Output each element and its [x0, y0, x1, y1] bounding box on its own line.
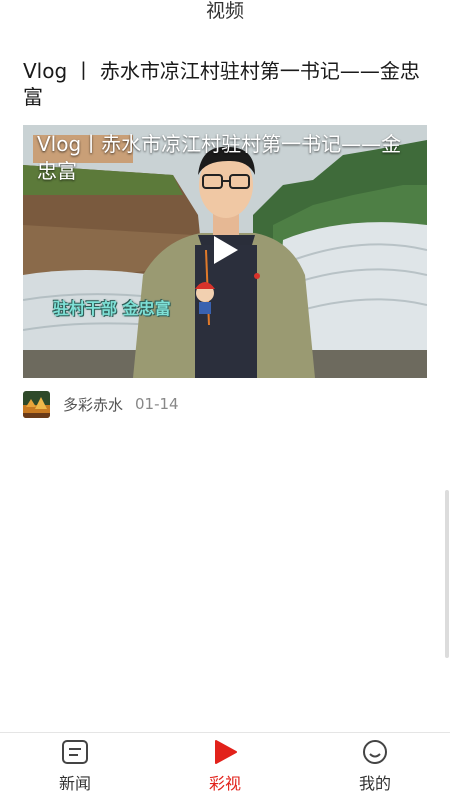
nav-label-news: 新闻 — [58, 774, 91, 793]
video-subtitle-caption: 驻村干部 金忠富 — [53, 299, 171, 318]
nav-item-mine[interactable]: 我的 — [300, 733, 450, 801]
play-icon — [215, 740, 237, 764]
source-logo-icon[interactable] — [23, 390, 50, 418]
news-icon — [62, 740, 88, 764]
page-title: 视频 — [205, 0, 244, 22]
article-title[interactable]: Vlog 丨 赤水市凉江村驻村第一书记——金忠富 — [23, 58, 423, 110]
source-name[interactable]: 多彩赤水 — [63, 394, 123, 415]
video-player[interactable]: Vlog丨赤水市凉江村驻村第一书记——金忠富 驻村干部 金忠富 — [23, 125, 427, 378]
bottom-nav: 新闻 彩视 我的 — [0, 732, 450, 801]
video-overlay-title: Vlog丨赤水市凉江村驻村第一书记——金忠富 — [37, 132, 402, 183]
publish-date: 01-14 — [135, 395, 179, 413]
nav-item-video[interactable]: 彩视 — [150, 733, 300, 801]
scrollbar[interactable] — [445, 490, 449, 658]
nav-label-mine: 我的 — [358, 774, 391, 793]
play-icon[interactable] — [208, 233, 242, 267]
nav-label-video: 彩视 — [208, 774, 241, 793]
top-bar: 视频 — [0, 0, 450, 28]
smiley-icon — [363, 740, 387, 764]
article-meta: 多彩赤水 01-14 — [23, 390, 179, 418]
nav-item-news[interactable]: 新闻 — [0, 733, 150, 801]
